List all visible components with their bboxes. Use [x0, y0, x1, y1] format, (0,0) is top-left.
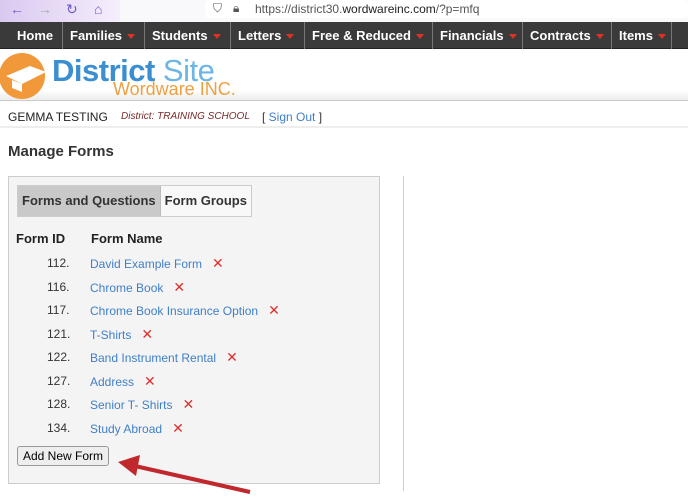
annotation-arrow — [118, 455, 251, 494]
